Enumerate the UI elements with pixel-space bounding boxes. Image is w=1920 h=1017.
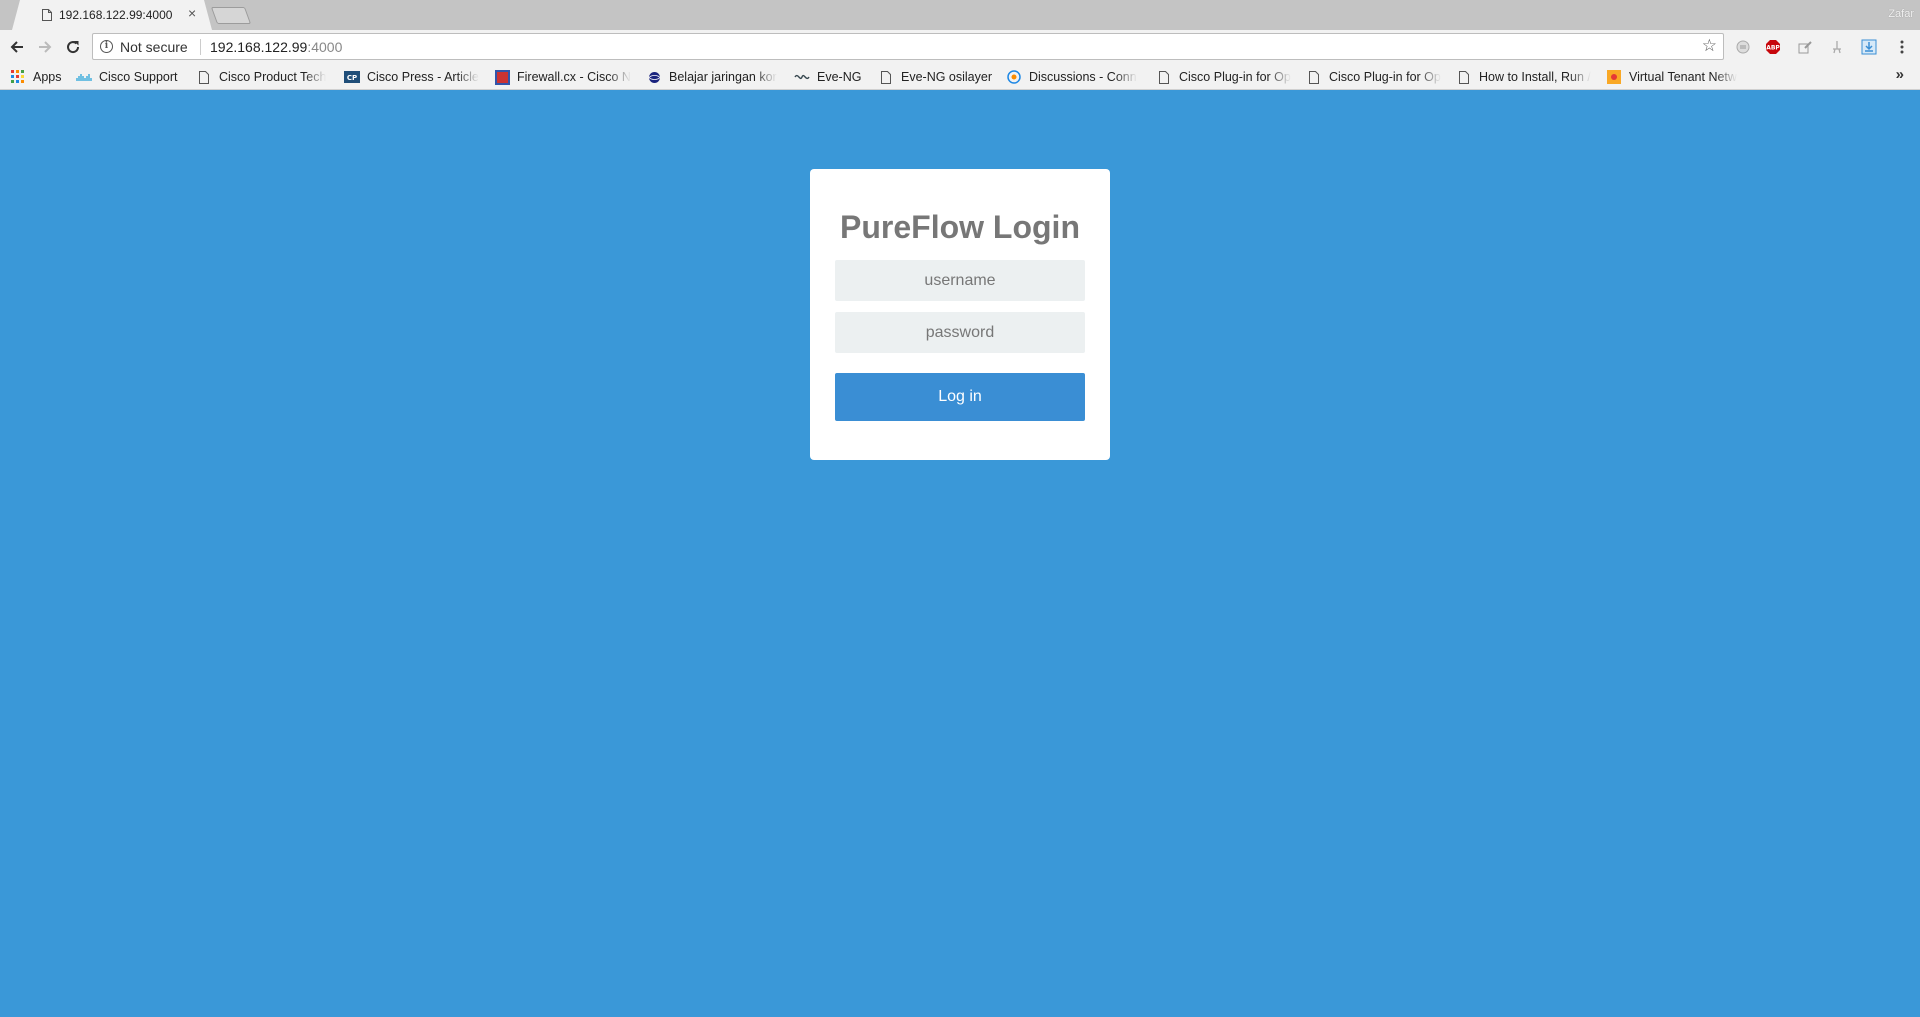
eve-ng-icon xyxy=(794,69,810,85)
page-icon xyxy=(1456,69,1472,85)
bookmark-label: Firewall.cx - Cisco N xyxy=(517,70,631,84)
bookmark-label: Belajar jaringan kor xyxy=(669,70,777,84)
bookmark-label: Eve-NG osilayer xyxy=(901,70,992,84)
reload-button[interactable] xyxy=(64,38,82,56)
page-icon xyxy=(42,9,52,21)
download-icon xyxy=(1861,39,1877,55)
page-viewport: PureFlow Login Log in xyxy=(0,91,1920,1017)
login-title: PureFlow Login xyxy=(840,209,1080,245)
bookmark-star-icon[interactable]: ☆ xyxy=(1702,37,1717,54)
page-icon xyxy=(196,69,212,85)
bookmark-label: Cisco Support xyxy=(99,70,178,84)
url-text[interactable]: 192.168.122.99:4000 xyxy=(210,39,342,55)
svg-text:ABP: ABP xyxy=(1766,45,1780,52)
bookmark-label: Virtual Tenant Netw xyxy=(1629,70,1737,84)
bookmark-item[interactable]: Belajar jaringan kor xyxy=(646,68,782,86)
info-icon[interactable]: i xyxy=(100,40,113,53)
bookmark-label: Cisco Press - Article xyxy=(367,70,479,84)
bookmark-item[interactable]: Cisco Plug-in for Op xyxy=(1306,68,1444,86)
bookmarks-bar: Apps Cisco Support Cisco Product Tech CP… xyxy=(0,64,1920,90)
cisco-logo-icon xyxy=(76,69,92,85)
bookmark-item[interactable]: Firewall.cx - Cisco N xyxy=(494,68,632,86)
bookmark-item[interactable]: Eve-NG osilayer xyxy=(878,68,996,86)
login-button[interactable]: Log in xyxy=(835,373,1085,421)
security-label[interactable]: Not secure xyxy=(120,39,188,55)
page-icon xyxy=(1156,69,1172,85)
login-card: PureFlow Login Log in xyxy=(810,169,1110,460)
reload-icon xyxy=(67,41,80,54)
download-button[interactable] xyxy=(1860,38,1878,56)
bookmarks-overflow-icon[interactable]: » xyxy=(1896,66,1904,83)
bookmark-item[interactable]: Discussions - Conn xyxy=(1006,68,1144,86)
profile-name[interactable]: Zafar xyxy=(1888,8,1914,20)
firewall-cx-icon xyxy=(494,69,510,85)
extension-button[interactable] xyxy=(1734,38,1752,56)
menu-button[interactable] xyxy=(1893,38,1911,56)
bookmark-apps[interactable]: Apps xyxy=(10,68,70,86)
new-tab-button[interactable] xyxy=(210,7,252,24)
page-icon xyxy=(878,69,894,85)
globe-icon xyxy=(646,69,662,85)
adblock-plus-button[interactable]: ABP xyxy=(1764,38,1782,56)
svg-text:CP: CP xyxy=(347,74,357,82)
bookmark-item[interactable]: Cisco Product Tech xyxy=(196,68,331,86)
cisco-press-icon: CP xyxy=(344,69,360,85)
bookmark-label: Cisco Plug-in for Op xyxy=(1179,70,1291,84)
bookmark-item[interactable]: Virtual Tenant Netw xyxy=(1606,68,1746,86)
page-icon xyxy=(1306,69,1322,85)
bookmark-item[interactable]: Cisco Support xyxy=(76,68,186,86)
url-port: :4000 xyxy=(307,39,343,55)
adblock-plus-icon: ABP xyxy=(1766,40,1780,54)
forward-button[interactable] xyxy=(36,38,54,56)
forward-arrow-icon xyxy=(39,41,52,53)
bookmark-label: Cisco Plug-in for Op xyxy=(1329,70,1441,84)
bookmark-label: Cisco Product Tech xyxy=(219,70,327,84)
extension-circle-icon xyxy=(1736,40,1750,54)
orange-square-icon xyxy=(1606,69,1622,85)
browser-toolbar: i Not secure 192.168.122.99:4000 ☆ ABP xyxy=(0,30,1920,64)
kebab-menu-icon xyxy=(1900,40,1904,54)
bookmark-label: Discussions - Conn xyxy=(1029,70,1137,84)
bookmark-item[interactable]: How to Install, Run / xyxy=(1456,68,1594,86)
username-input[interactable] xyxy=(835,260,1085,301)
edit-extension-icon xyxy=(1798,41,1812,54)
discussions-icon xyxy=(1006,69,1022,85)
bookmark-label: Apps xyxy=(33,70,62,84)
bookmark-item[interactable]: CP Cisco Press - Article xyxy=(344,68,482,86)
address-bar[interactable]: i Not secure 192.168.122.99:4000 ☆ xyxy=(92,33,1724,60)
pin-extension-icon xyxy=(1833,41,1841,54)
bookmark-label: Eve-NG xyxy=(817,70,862,84)
apps-grid-icon xyxy=(10,69,26,85)
bookmark-item[interactable]: Eve-NG xyxy=(794,68,868,86)
bookmark-label: How to Install, Run / xyxy=(1479,70,1591,84)
tab-strip: 192.168.122.99:4000 × Zafar xyxy=(0,0,1920,30)
extension-button[interactable] xyxy=(1796,38,1814,56)
url-host: 192.168.122.99 xyxy=(210,39,308,55)
back-arrow-icon xyxy=(10,41,23,53)
browser-tab[interactable]: 192.168.122.99:4000 × xyxy=(12,0,212,30)
omnibox-divider xyxy=(200,39,201,55)
tab-title: 192.168.122.99:4000 xyxy=(59,8,173,22)
bookmark-item[interactable]: Cisco Plug-in for Op xyxy=(1156,68,1294,86)
tab-close-icon[interactable]: × xyxy=(188,6,196,20)
back-button[interactable] xyxy=(8,38,26,56)
extension-button[interactable] xyxy=(1828,38,1846,56)
password-input[interactable] xyxy=(835,312,1085,353)
